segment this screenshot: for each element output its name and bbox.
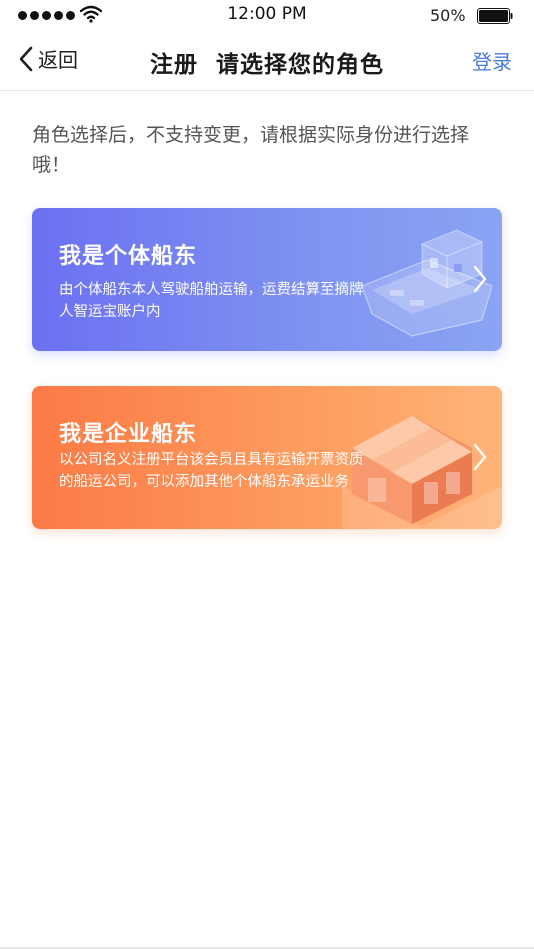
- chevron-right-icon: [473, 265, 487, 293]
- role-notice: 角色选择后，不支持变更，请根据实际身份进行选择哦！: [32, 124, 470, 176]
- role-card-company-owner[interactable]: 我是企业船东 以公司名义注册平台该会员且具有运输开票资质的船运公司，可以添加其他…: [32, 386, 502, 529]
- battery-percent: 50%: [430, 6, 466, 25]
- chevron-right-icon: [473, 443, 487, 471]
- battery-icon: [477, 8, 513, 24]
- role-title: 我是个体船东: [59, 244, 198, 269]
- status-bar: 12:00 PM 50%: [0, 0, 534, 30]
- role-description: 由个体船东本人驾驶船舶运输，运费结算至摘牌人智运宝账户内: [59, 282, 364, 320]
- role-card-individual-owner[interactable]: 我是个体船东 由个体船东本人驾驶船舶运输，运费结算至摘牌人智运宝账户内: [32, 208, 502, 351]
- role-description: 以公司名义注册平台该会员且具有运输开票资质的船运公司，可以添加其他个体船东承运业…: [59, 452, 364, 490]
- login-button[interactable]: 登录: [472, 46, 512, 75]
- nav-bar: 返回 注册 请选择您的角色 登录: [0, 30, 534, 91]
- page-title: 注册 请选择您的角色: [149, 52, 384, 78]
- role-title: 我是企业船东: [59, 422, 198, 447]
